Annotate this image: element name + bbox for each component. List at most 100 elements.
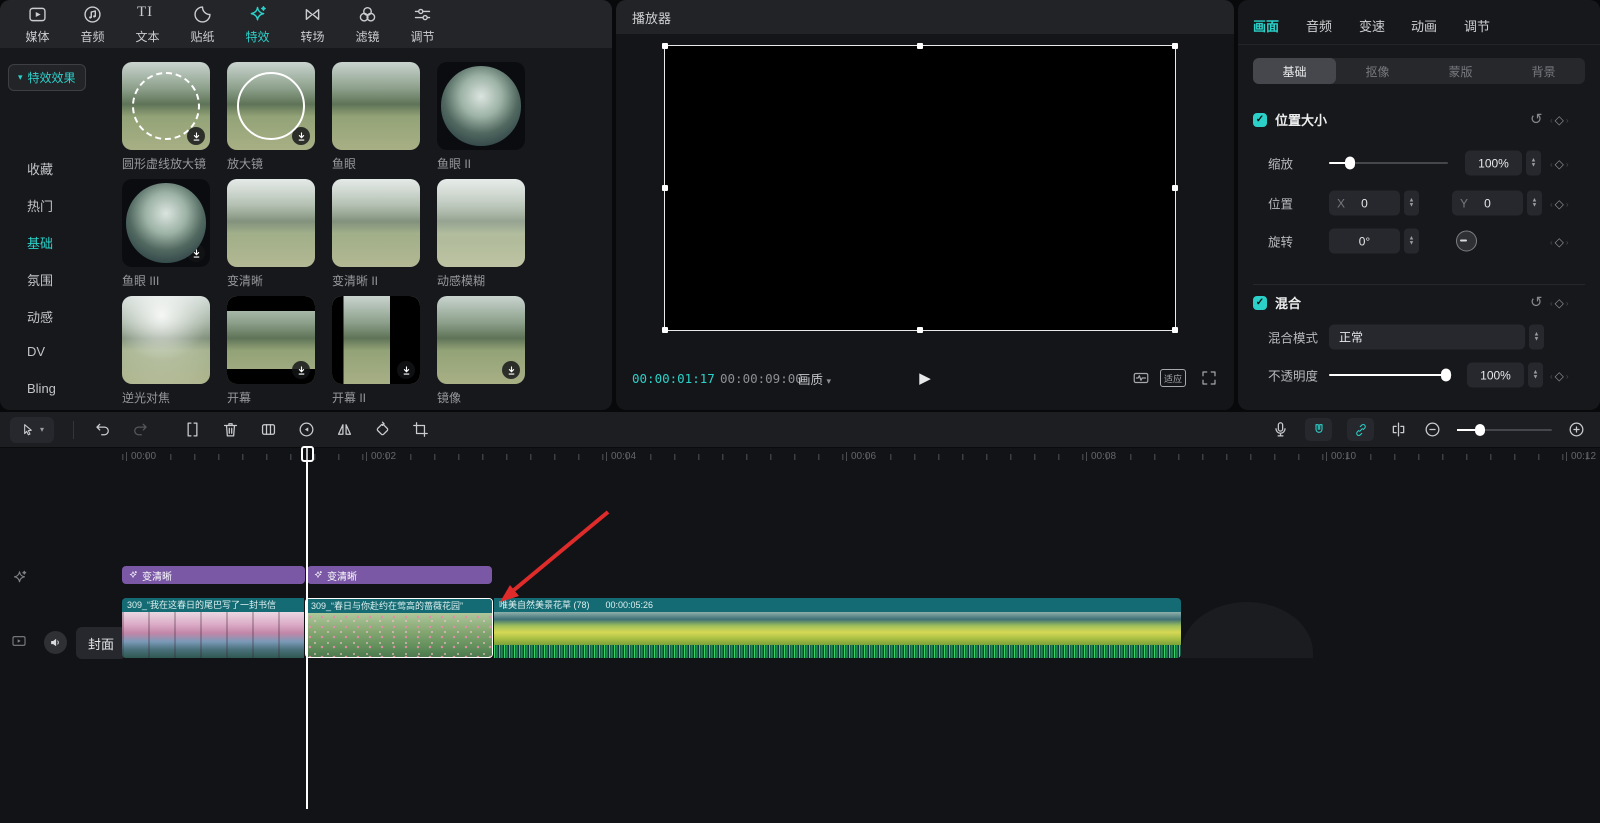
split-icon[interactable] xyxy=(183,420,202,439)
mute-track-button[interactable] xyxy=(44,631,67,654)
effect-clip[interactable]: 变清晰 xyxy=(122,566,305,584)
rotation-dial[interactable] xyxy=(1456,231,1477,252)
stepper[interactable]: ▲▼ xyxy=(1404,191,1419,216)
tab-speed[interactable]: 变速 xyxy=(1359,16,1385,35)
toolbar-tab-effects[interactable]: 特效 xyxy=(230,0,285,48)
effect-card[interactable]: 动感模糊 xyxy=(437,179,525,267)
effect-card[interactable]: 鱼眼 II xyxy=(437,62,525,150)
selection-handle[interactable] xyxy=(662,185,668,191)
keyframe-diamond-icon[interactable]: ‹◇› xyxy=(1550,296,1569,310)
rotate-value-field[interactable]: 0° xyxy=(1329,229,1400,254)
checkbox-checked-icon[interactable]: ✓ xyxy=(1253,296,1267,310)
keyframe-diamond-icon[interactable]: ‹◇› xyxy=(1550,113,1569,127)
tab-adjust[interactable]: 调节 xyxy=(1464,16,1490,35)
sidebar-item-atmosphere[interactable]: 氛围 xyxy=(27,270,53,289)
record-mic-icon[interactable] xyxy=(1271,420,1290,439)
undo-icon[interactable] xyxy=(93,420,112,439)
subtab-cutout[interactable]: 抠像 xyxy=(1336,58,1419,84)
tab-animation[interactable]: 动画 xyxy=(1411,16,1437,35)
quality-dropdown[interactable]: 画质 ▾ xyxy=(798,369,831,388)
selection-handle[interactable] xyxy=(662,327,668,333)
effect-card[interactable]: 镜像 xyxy=(437,296,525,384)
video-clip[interactable]: 唯美自然美景花草 (78)00:00:05:26 xyxy=(494,598,1181,658)
scale-slider[interactable] xyxy=(1329,162,1448,164)
selection-handle[interactable] xyxy=(1172,185,1178,191)
fullscreen-icon[interactable] xyxy=(1200,369,1218,387)
freeze-frame-icon[interactable] xyxy=(259,420,278,439)
effects-category-dropdown[interactable]: ▾特效效果 xyxy=(8,64,86,91)
tab-picture[interactable]: 画面 xyxy=(1253,16,1279,35)
effect-clip[interactable]: 变清晰 xyxy=(307,566,492,584)
toolbar-tab-sticker[interactable]: 贴纸 xyxy=(175,0,230,48)
playhead-line[interactable] xyxy=(306,447,308,809)
stepper[interactable]: ▲▼ xyxy=(1404,229,1419,254)
fit-button[interactable]: 适应 xyxy=(1160,369,1186,387)
crop-icon[interactable] xyxy=(411,420,430,439)
redo-icon[interactable] xyxy=(131,420,150,439)
zoom-in-icon[interactable] xyxy=(1567,420,1586,439)
tab-audio[interactable]: 音频 xyxy=(1306,16,1332,35)
zoom-out-icon[interactable] xyxy=(1423,420,1442,439)
selection-handle[interactable] xyxy=(917,43,923,49)
position-y-field[interactable]: Y0 xyxy=(1452,191,1523,216)
rotate-icon[interactable] xyxy=(373,420,392,439)
sidebar-item-bling[interactable]: Bling xyxy=(27,381,56,396)
sidebar-item-basic[interactable]: 基础 xyxy=(27,233,53,252)
scale-value-field[interactable]: 100% xyxy=(1465,151,1522,176)
sidebar-item-dynamic[interactable]: 动感 xyxy=(27,307,53,326)
slider-knob[interactable] xyxy=(1441,369,1451,382)
selection-handle[interactable] xyxy=(917,327,923,333)
effect-card[interactable]: 开幕 xyxy=(227,296,315,384)
toolbar-tab-filter[interactable]: 滤镜 xyxy=(340,0,395,48)
delete-icon[interactable] xyxy=(221,420,240,439)
keyframe-diamond-icon[interactable]: ‹◇› xyxy=(1550,197,1569,211)
reset-icon[interactable]: ↺ xyxy=(1530,110,1543,128)
toolbar-tab-transition[interactable]: 转场 xyxy=(285,0,340,48)
stepper[interactable]: ▲▼ xyxy=(1529,325,1544,350)
blend-mode-select[interactable]: 正常 xyxy=(1329,325,1525,350)
effect-card[interactable]: 开幕 II xyxy=(332,296,420,384)
keyframe-diamond-icon[interactable]: ‹◇› xyxy=(1550,369,1569,383)
video-clip[interactable]: 309_“我在这春日的尾巴写了一封书信 xyxy=(122,598,304,658)
subtab-basic[interactable]: 基础 xyxy=(1253,58,1336,84)
waveform-toggle-icon[interactable] xyxy=(1130,369,1152,387)
reset-icon[interactable]: ↺ xyxy=(1530,293,1543,311)
time-ruler[interactable]: 00:00 00:02 00:04 00:06 00:08 00:10 00:1… xyxy=(0,448,1600,464)
select-tool-button[interactable]: ▾ xyxy=(10,417,54,443)
effect-card[interactable]: 鱼眼 xyxy=(332,62,420,150)
cover-button[interactable]: 封面 xyxy=(76,627,126,659)
toolbar-tab-audio[interactable]: 音频 xyxy=(65,0,120,48)
position-x-field[interactable]: X0 xyxy=(1329,191,1400,216)
toolbar-tab-text[interactable]: TI文本 xyxy=(120,0,175,48)
stepper[interactable]: ▲▼ xyxy=(1527,191,1542,216)
keyframe-diamond-icon[interactable]: ‹◇› xyxy=(1550,157,1569,171)
reverse-icon[interactable] xyxy=(297,420,316,439)
preview-axis-icon[interactable] xyxy=(1389,420,1408,439)
effect-card[interactable]: 变清晰 II xyxy=(332,179,420,267)
sidebar-item-dv[interactable]: DV xyxy=(27,344,45,359)
checkbox-checked-icon[interactable]: ✓ xyxy=(1253,113,1267,127)
keyframe-diamond-icon[interactable]: ‹◇› xyxy=(1550,235,1569,249)
toolbar-tab-media[interactable]: 媒体 xyxy=(10,0,65,48)
opacity-slider[interactable] xyxy=(1329,374,1452,376)
subtab-mask[interactable]: 蒙版 xyxy=(1419,58,1502,84)
auto-snap-toggle[interactable] xyxy=(1305,418,1332,441)
video-track-icon[interactable] xyxy=(10,633,28,649)
preview-canvas[interactable] xyxy=(664,45,1176,331)
stepper[interactable]: ▲▼ xyxy=(1526,151,1541,176)
slider-knob[interactable] xyxy=(1475,424,1485,436)
effect-card[interactable]: 放大镜 xyxy=(227,62,315,150)
selection-handle[interactable] xyxy=(1172,327,1178,333)
link-toggle[interactable] xyxy=(1347,418,1374,441)
toolbar-tab-adjust[interactable]: 调节 xyxy=(395,0,450,48)
video-clip-selected[interactable]: 309_“春日与你赴约在莺高的蔷薇花园” xyxy=(305,598,493,658)
selection-handle[interactable] xyxy=(662,43,668,49)
mirror-icon[interactable] xyxy=(335,420,354,439)
timeline-zoom-slider[interactable] xyxy=(1457,429,1552,431)
slider-knob[interactable] xyxy=(1345,157,1355,170)
effect-card[interactable]: 鱼眼 III xyxy=(122,179,210,267)
effect-card[interactable]: 逆光对焦 xyxy=(122,296,210,384)
effect-card[interactable]: 变清晰 xyxy=(227,179,315,267)
playhead-handle[interactable] xyxy=(301,446,314,462)
sidebar-item-favorites[interactable]: 收藏 xyxy=(27,159,53,178)
